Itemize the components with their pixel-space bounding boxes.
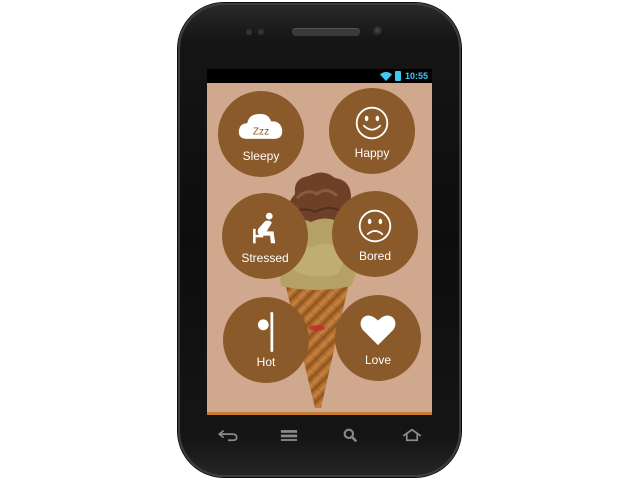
earpiece-speaker: [292, 28, 360, 36]
front-camera: [373, 26, 384, 37]
thermometer-icon: [243, 311, 289, 352]
menu-button[interactable]: [276, 425, 302, 445]
back-button[interactable]: [215, 425, 241, 445]
nav-bar: [215, 423, 425, 447]
battery-icon: [394, 71, 401, 81]
home-button[interactable]: [399, 425, 425, 445]
mood-button-bored[interactable]: Bored: [332, 191, 418, 277]
status-bar: 10:55: [207, 69, 432, 83]
bottom-accent-strip: [207, 412, 432, 415]
zzz-text: Zzz: [253, 126, 269, 137]
mood-label-sleepy: Sleepy: [242, 148, 280, 163]
mood-button-happy[interactable]: Happy: [329, 88, 415, 174]
mood-button-love[interactable]: Love: [335, 295, 421, 381]
mood-label-stressed: Stressed: [241, 250, 289, 265]
menu-icon: [281, 429, 298, 441]
mood-app: Zzz Sleepy Happy Stressed Bored Hot Love: [207, 83, 432, 415]
proximity-sensor: [246, 29, 252, 35]
mood-label-bored: Bored: [358, 248, 392, 263]
light-sensor: [258, 29, 264, 35]
search-icon: [343, 428, 358, 442]
cloud-zzz-icon: Zzz: [238, 106, 284, 146]
heart-icon: [355, 310, 401, 350]
mood-label-love: Love: [364, 352, 392, 367]
mood-button-sleepy[interactable]: Zzz Sleepy: [218, 91, 304, 177]
home-icon: [402, 428, 422, 442]
status-time: 10:55: [404, 71, 428, 81]
stressed-person-icon: [242, 208, 288, 248]
mood-label-hot: Hot: [256, 354, 276, 369]
mood-label-happy: Happy: [354, 145, 390, 160]
phone-screen: 10:55 Zzz Sleepy Happy Stressed Bored Ho…: [207, 69, 432, 415]
mood-button-stressed[interactable]: Stressed: [222, 193, 308, 279]
smiley-face-icon: [349, 103, 395, 143]
search-button[interactable]: [338, 425, 364, 445]
wifi-icon: [379, 71, 392, 81]
mood-button-hot[interactable]: Hot: [223, 297, 309, 383]
back-icon: [217, 429, 238, 442]
frown-face-icon: [352, 206, 398, 246]
